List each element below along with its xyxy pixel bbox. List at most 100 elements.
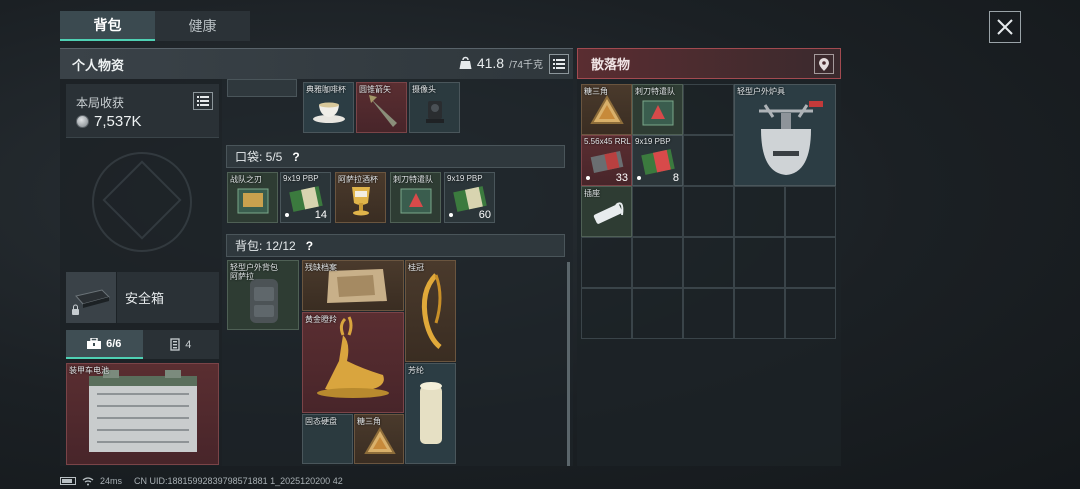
loot-tile-power-strip[interactable]: 插座 [581, 186, 632, 237]
main-tabs: 背包 健康 [60, 11, 250, 41]
inventory-scrollbar[interactable] [567, 262, 570, 466]
battery-icon [60, 477, 76, 485]
grid-cell[interactable] [683, 186, 734, 237]
grid-cell[interactable] [683, 84, 734, 135]
status-bar: 24ms CN UID:18815992839798571881 1_20251… [60, 474, 343, 488]
subtab-ammo-label: 4 [185, 338, 192, 351]
item-name: 装甲车电池 [69, 366, 109, 375]
grid-cell[interactable] [734, 288, 785, 339]
item-name: 圆锥箭矢 [359, 85, 391, 94]
loot-grid[interactable]: 糖三角 刺刀特遣队 轻型户外炉具 5.56x45 RRLP 33 9x19 PB… [577, 79, 841, 466]
item-tile-cone-arrow[interactable]: 圆锥箭矢 [356, 82, 407, 133]
item-tile-team-blade[interactable]: 战队之刃 [227, 172, 278, 223]
list-icon [197, 96, 209, 106]
item-name: 5.56x45 RRLP [584, 137, 632, 146]
tab-backpack[interactable]: 背包 [60, 11, 155, 41]
pocket-help[interactable]: ? [292, 150, 299, 164]
pocket-header: 口袋: 5/5 ? [226, 145, 565, 168]
grid-cell[interactable] [785, 288, 836, 339]
stove-icon [759, 101, 823, 175]
ammo-dot [637, 176, 641, 180]
item-tile-bayonet-squad[interactable]: 刺刀特遣队 [390, 172, 441, 223]
safe-box-icon [72, 289, 110, 315]
gains-value-row: 7,537K [76, 113, 142, 130]
uid-text: CN UID:18815992839798571881 1_2025120200… [134, 476, 343, 486]
item-tile-laurel-crown[interactable]: 桂冠 [405, 260, 456, 362]
sort-list-button[interactable] [549, 54, 569, 74]
weight-value: 41.8 [476, 55, 505, 71]
item-name: 桂冠 [408, 263, 424, 272]
item-name: 刺刀特遣队 [635, 87, 675, 96]
list-icon [553, 59, 565, 69]
round-gains: 本局收获 7,537K [66, 84, 219, 138]
item-name: 9x19 PBP [635, 137, 671, 146]
grid-cell[interactable] [785, 237, 836, 288]
item-tile-ssd[interactable]: 固态硬盘 [302, 414, 353, 464]
item-tile-camera[interactable]: 摄像头 [409, 82, 460, 133]
fabric-roll-icon [420, 382, 442, 444]
item-tile-asala-goblet[interactable]: 阿萨拉酒杯 [335, 172, 386, 223]
safe-box-label: 安全箱 [125, 291, 165, 306]
item-tile-light-backpack[interactable]: 轻型户外背包 阿萨拉 [227, 260, 299, 330]
faction-emblem-watermark [92, 152, 192, 252]
loot-tile-sugar-triangle[interactable]: 糖三角 [581, 84, 632, 135]
loot-header: 散落物 [577, 48, 841, 79]
item-name: 残缺档案 [305, 263, 337, 272]
item-tile-partial[interactable] [227, 79, 297, 97]
gains-detail-button[interactable] [193, 92, 213, 110]
emblem-diamond [102, 160, 182, 240]
grid-cell[interactable] [581, 288, 632, 339]
toolbox-icon [87, 338, 102, 349]
weight-max: /74千克 [509, 59, 543, 71]
item-tile-ammo-pbp-2[interactable]: 9x19 PBP 60 [444, 172, 495, 223]
gazelle-icon [317, 316, 389, 398]
item-tile-ammo-pbp[interactable]: 9x19 PBP 14 [280, 172, 331, 223]
item-tile-aramid[interactable]: 芳纶 [405, 363, 456, 464]
grid-cell[interactable] [632, 237, 683, 288]
item-name: 战队之刃 [230, 175, 262, 184]
subtab-toolbox-label: 6/6 [106, 337, 122, 350]
item-name: 插座 [584, 189, 600, 198]
locate-loot-button[interactable] [814, 54, 834, 74]
item-name: 糖三角 [584, 87, 608, 96]
loot-tile-ammo-pbp[interactable]: 9x19 PBP 8 [632, 135, 683, 186]
ammo-dot [285, 213, 289, 217]
grid-cell[interactable] [683, 237, 734, 288]
grid-cell[interactable] [734, 186, 785, 237]
item-count: 8 [672, 172, 679, 184]
item-name: 糖三角 [357, 417, 381, 426]
item-count: 14 [314, 209, 327, 221]
personal-inventory-scroll[interactable]: 典雅咖啡杯 圆锥箭矢 摄像头 口袋: 5/5 ? 战队之刃 9x19 PBP 1… [222, 79, 573, 466]
loot-tile-ammo-556[interactable]: 5.56x45 RRLP 33 [581, 135, 632, 186]
ammo-dot [586, 176, 590, 180]
item-tile-golden-gazelle[interactable]: 黄金瞪羚 [302, 312, 404, 413]
grid-cell[interactable] [632, 288, 683, 339]
item-name: 黄金瞪羚 [305, 315, 337, 324]
item-tile-sugar-triangle[interactable]: 糖三角 [354, 414, 404, 464]
grid-cell[interactable] [785, 186, 836, 237]
tab-health[interactable]: 健康 [155, 11, 250, 41]
wifi-icon [82, 476, 94, 485]
item-name: 固态硬盘 [305, 417, 337, 426]
subtab-ammo[interactable]: 4 [143, 330, 220, 359]
item-subname: 阿萨拉 [230, 272, 254, 281]
grid-cell[interactable] [581, 237, 632, 288]
close-button[interactable] [989, 11, 1021, 43]
item-tile-coffee-cup[interactable]: 典雅咖啡杯 [303, 82, 354, 133]
loot-tile-camping-stove[interactable]: 轻型户外炉具 [734, 84, 836, 186]
backpack-help[interactable]: ? [306, 239, 313, 253]
item-tile-damaged-archive[interactable]: 残缺档案 [302, 260, 404, 311]
grid-cell[interactable] [734, 237, 785, 288]
grid-cell[interactable] [683, 288, 734, 339]
container-subtabs: 6/6 4 [66, 330, 219, 359]
battery-icon [89, 370, 197, 452]
coin-icon [76, 115, 89, 128]
item-name: 9x19 PBP [283, 174, 319, 183]
item-name: 摄像头 [412, 85, 436, 94]
grid-cell[interactable] [683, 135, 734, 186]
safe-box-slot[interactable]: 安全箱 [66, 272, 219, 323]
loot-tile-bayonet-squad[interactable]: 刺刀特遣队 [632, 84, 683, 135]
grid-cell[interactable] [632, 186, 683, 237]
item-tile-armored-car-battery[interactable]: 装甲车电池 [66, 363, 219, 465]
subtab-toolbox[interactable]: 6/6 [66, 330, 143, 359]
